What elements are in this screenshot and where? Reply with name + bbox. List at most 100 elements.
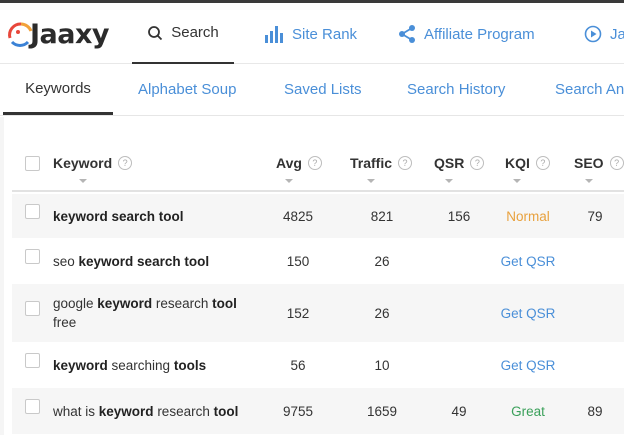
keyword-text: keyword searching tools bbox=[53, 356, 206, 375]
logo-text: Jaaxy bbox=[30, 18, 110, 50]
avg-cell: 4825 bbox=[282, 208, 314, 224]
keyword-match: keyword search tool bbox=[78, 253, 210, 269]
sort-arrow-icon bbox=[584, 178, 593, 183]
keyword-text: google keyword research tool free bbox=[53, 294, 253, 332]
traffic-cell: 821 bbox=[370, 208, 394, 224]
table-row[interactable]: keyword search tool 4825 821 156 Normal 79 bbox=[12, 194, 624, 238]
nav-more-label: Ja bbox=[610, 25, 624, 43]
keyword-text: seo keyword search tool bbox=[53, 252, 209, 271]
sub-tabs-bar: Keywords Alphabet Soup Saved Lists Searc… bbox=[0, 64, 624, 116]
header-traffic-label: Traffic bbox=[350, 154, 393, 171]
traffic-cell: 26 bbox=[374, 305, 390, 321]
keyword-plain: google bbox=[53, 296, 98, 311]
table-row[interactable]: seo keyword search tool 150 26 Get QSR bbox=[12, 238, 624, 284]
keyword-plain: research bbox=[152, 296, 213, 311]
select-all-checkbox[interactable] bbox=[25, 156, 40, 171]
header-seo-label: SEO bbox=[574, 154, 604, 171]
traffic-cell: 1659 bbox=[366, 403, 398, 419]
header-seo[interactable]: SEO ? bbox=[574, 135, 624, 190]
nav-site-rank[interactable]: Site Rank bbox=[264, 3, 357, 65]
help-icon[interactable]: ? bbox=[609, 155, 624, 170]
keyword-plain: what is bbox=[53, 403, 99, 419]
kqi-cell[interactable]: Get QSR bbox=[492, 284, 564, 342]
row-checkbox[interactable] bbox=[25, 301, 40, 316]
keyword-plain: searching bbox=[107, 357, 174, 373]
sort-arrow-icon bbox=[513, 178, 522, 183]
sort-arrow-icon bbox=[284, 178, 293, 183]
qsr-cell bbox=[437, 284, 481, 342]
keyword-cell[interactable]: google keyword research tool free bbox=[53, 284, 253, 342]
kqi-cell: Normal bbox=[506, 208, 550, 224]
qsr-cell: 156 bbox=[447, 208, 471, 224]
search-icon bbox=[147, 25, 163, 41]
table-row[interactable]: keyword searching tools 56 10 Get QSR bbox=[12, 342, 624, 388]
kqi-cell[interactable]: Get QSR bbox=[492, 238, 564, 284]
qsr-cell bbox=[437, 238, 481, 284]
keyword-match: tools bbox=[173, 357, 207, 373]
seo-cell bbox=[580, 284, 610, 342]
results-panel: Keyword ? Avg ? Traffic ? QSR ? KQI ? SE… bbox=[4, 117, 624, 435]
content-area: Keyword ? Avg ? Traffic ? QSR ? KQI ? SE… bbox=[0, 117, 624, 435]
tab-saved-lists[interactable]: Saved Lists bbox=[284, 64, 362, 115]
keyword-match: tool bbox=[212, 296, 237, 311]
avg-cell: 9755 bbox=[282, 403, 314, 419]
help-icon[interactable]: ? bbox=[118, 155, 133, 170]
keyword-cell[interactable]: what is keyword research tool bbox=[53, 388, 253, 434]
header-keyword[interactable]: Keyword ? bbox=[53, 135, 133, 190]
header-kqi[interactable]: KQI ? bbox=[505, 135, 550, 190]
kqi-cell: Great bbox=[511, 403, 545, 419]
keyword-plain: seo bbox=[53, 253, 79, 269]
play-circle-icon bbox=[584, 25, 602, 43]
keyword-cell[interactable]: seo keyword search tool bbox=[53, 238, 253, 284]
row-checkbox[interactable] bbox=[25, 399, 40, 414]
keyword-text: what is keyword research tool bbox=[53, 402, 238, 421]
bar-chart-icon bbox=[264, 25, 284, 43]
sort-arrow-icon bbox=[445, 178, 454, 183]
tab-search-analysis[interactable]: Search Ana bbox=[555, 64, 624, 115]
header-traffic[interactable]: Traffic ? bbox=[350, 135, 413, 190]
keyword-match: tool bbox=[213, 403, 239, 419]
top-navbar: Jaaxy Search Site Rank Affiliate Program… bbox=[0, 0, 624, 65]
traffic-cell: 26 bbox=[374, 253, 390, 269]
table-header: Keyword ? Avg ? Traffic ? QSR ? KQI ? SE… bbox=[12, 135, 624, 192]
seo-cell bbox=[580, 238, 610, 284]
help-icon[interactable]: ? bbox=[398, 155, 413, 170]
jaaxy-logo[interactable]: Jaaxy bbox=[6, 11, 110, 55]
tab-keywords[interactable]: Keywords bbox=[3, 64, 113, 115]
help-icon[interactable]: ? bbox=[470, 155, 485, 170]
nav-affiliate-program[interactable]: Affiliate Program bbox=[398, 3, 535, 65]
nav-site-rank-label: Site Rank bbox=[292, 25, 358, 43]
keyword-match: keyword search tool bbox=[53, 208, 184, 224]
seo-cell bbox=[580, 342, 610, 388]
keyword-cell[interactable]: keyword searching tools bbox=[53, 342, 253, 388]
avg-cell: 152 bbox=[286, 305, 310, 321]
tab-alphabet-soup[interactable]: Alphabet Soup bbox=[138, 64, 236, 115]
keyword-text: keyword search tool bbox=[53, 207, 184, 226]
keyword-match: keyword bbox=[98, 403, 154, 419]
row-checkbox[interactable] bbox=[25, 353, 40, 368]
table-row[interactable]: what is keyword research tool 9755 1659 49 G… bbox=[12, 388, 624, 434]
nav-search-label: Search bbox=[171, 24, 219, 41]
keyword-match: keyword bbox=[97, 296, 153, 311]
row-checkbox[interactable] bbox=[25, 249, 40, 264]
traffic-cell: 10 bbox=[374, 357, 390, 373]
sort-arrow-icon bbox=[367, 178, 375, 183]
nav-affiliate-label: Affiliate Program bbox=[424, 25, 535, 43]
header-keyword-label: Keyword bbox=[53, 154, 113, 171]
help-icon[interactable]: ? bbox=[307, 155, 322, 170]
tab-search-history[interactable]: Search History bbox=[407, 64, 505, 115]
nav-jaaxy-academy[interactable]: Ja bbox=[584, 3, 624, 65]
header-avg[interactable]: Avg ? bbox=[276, 135, 322, 190]
logo-mark-icon bbox=[6, 18, 36, 48]
kqi-cell[interactable]: Get QSR bbox=[492, 342, 564, 388]
table-row[interactable]: google keyword research tool free 152 26 Ge… bbox=[12, 284, 624, 342]
header-avg-label: Avg bbox=[276, 154, 302, 171]
header-qsr[interactable]: QSR ? bbox=[434, 135, 485, 190]
help-icon[interactable]: ? bbox=[535, 155, 550, 170]
row-checkbox[interactable] bbox=[25, 204, 40, 219]
qsr-cell: 49 bbox=[451, 403, 467, 419]
sort-arrow-icon bbox=[78, 178, 87, 183]
keyword-cell[interactable]: keyword search tool bbox=[53, 194, 253, 238]
nav-search[interactable]: Search bbox=[132, 3, 234, 65]
keyword-match: keyword bbox=[53, 357, 108, 373]
